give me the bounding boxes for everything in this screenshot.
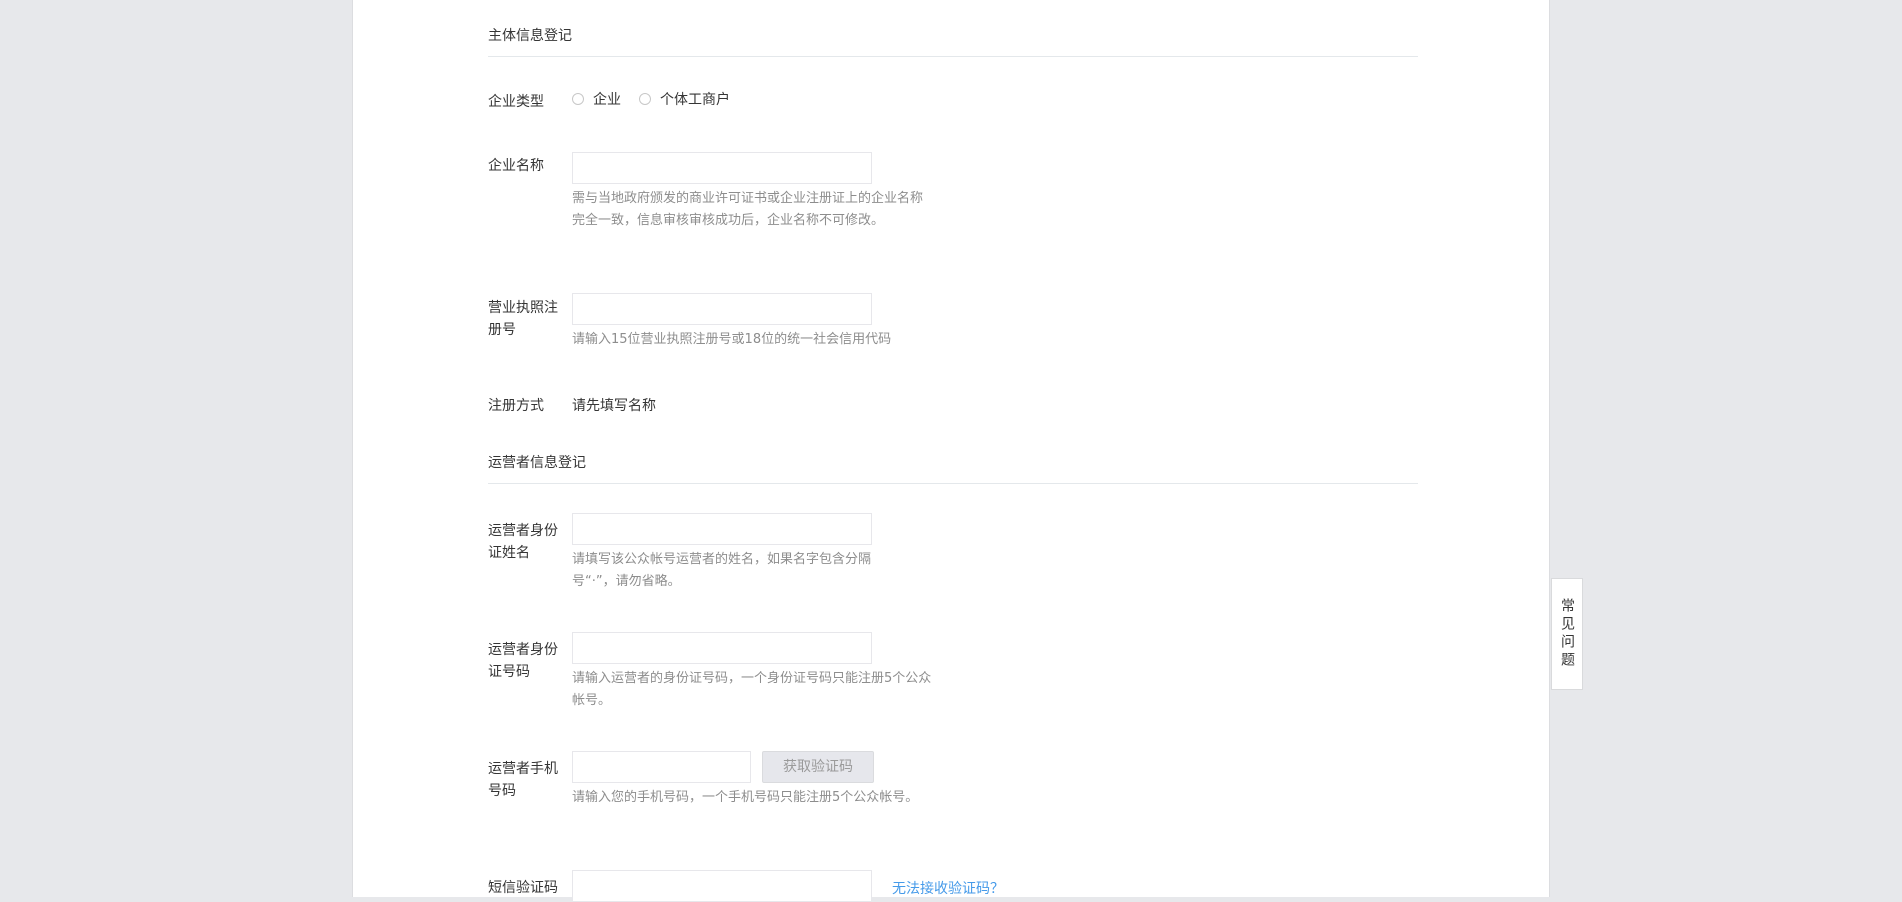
radio-circle-icon[interactable]	[639, 93, 651, 105]
license-no-field: 请输入15位营业执照注册号或18位的统一社会信用代码	[572, 293, 942, 351]
form-panel: 主体信息登记 企业类型 企业 个体工商户 企业名称 需与当地政府颁发的商业许可证…	[352, 0, 1550, 902]
company-name-tip: 需与当地政府颁发的商业许可证书或企业注册证上的企业名称完全一致，信息审核审核成功…	[572, 191, 924, 228]
operator-id-number-field: 请输入运营者的身份证号码，一个身份证号码只能注册5个公众帐号。	[572, 632, 942, 712]
operator-phone-field: 获取验证码 请输入您的手机号码，一个手机号码只能注册5个公众帐号。	[572, 751, 927, 809]
company-type-label: 企业类型	[488, 94, 544, 110]
radio-company-label: 企业	[593, 92, 621, 108]
operator-id-number-tip: 请输入运营者的身份证号码，一个身份证号码只能注册5个公众帐号。	[572, 671, 932, 708]
faq-button[interactable]: 常见问题	[1551, 578, 1583, 690]
radio-individual-business[interactable]: 个体工商户	[639, 89, 730, 109]
operator-id-name-input[interactable]	[572, 513, 872, 545]
operator-id-name-field: 请填写该公众帐号运营者的姓名，如果名字包含分隔号“·”，请勿省略。	[572, 513, 912, 593]
operator-id-number-label: 运营者身份证号码	[488, 642, 558, 680]
radio-company[interactable]: 企业	[572, 89, 621, 109]
radio-circle-icon[interactable]	[572, 93, 584, 105]
register-method-label: 注册方式	[488, 398, 544, 414]
operator-phone-input[interactable]	[572, 751, 751, 783]
company-type-radio-group: 企业 个体工商户	[572, 88, 748, 110]
license-no-label: 营业执照注册号	[488, 300, 558, 338]
company-name-field: 需与当地政府颁发的商业许可证书或企业注册证上的企业名称完全一致，信息审核审核成功…	[572, 152, 932, 232]
cannot-receive-code-link[interactable]: 无法接收验证码？	[892, 878, 1004, 898]
section-title-operator: 运营者信息登记	[488, 453, 1418, 484]
register-method-value: 请先填写名称	[572, 398, 656, 414]
license-no-tip: 请输入15位营业执照注册号或18位的统一社会信用代码	[572, 332, 892, 347]
section-title-entity: 主体信息登记	[488, 26, 1418, 57]
license-no-input[interactable]	[572, 293, 872, 325]
sms-code-label: 短信验证码	[488, 880, 558, 896]
operator-phone-label: 运营者手机号码	[488, 761, 558, 799]
radio-individual-business-label: 个体工商户	[660, 92, 730, 108]
operator-phone-tip: 请输入您的手机号码，一个手机号码只能注册5个公众帐号。	[572, 790, 919, 805]
sms-code-input[interactable]	[572, 870, 872, 902]
operator-id-name-label: 运营者身份证姓名	[488, 523, 558, 561]
operator-id-name-tip: 请填写该公众帐号运营者的姓名，如果名字包含分隔号“·”，请勿省略。	[572, 552, 872, 589]
faq-button-label: 常见问题	[1559, 598, 1575, 670]
get-code-button[interactable]: 获取验证码	[762, 751, 874, 783]
sms-code-field	[572, 870, 872, 902]
company-name-label: 企业名称	[488, 158, 544, 174]
operator-id-number-input[interactable]	[572, 632, 872, 664]
company-name-input[interactable]	[572, 152, 872, 184]
